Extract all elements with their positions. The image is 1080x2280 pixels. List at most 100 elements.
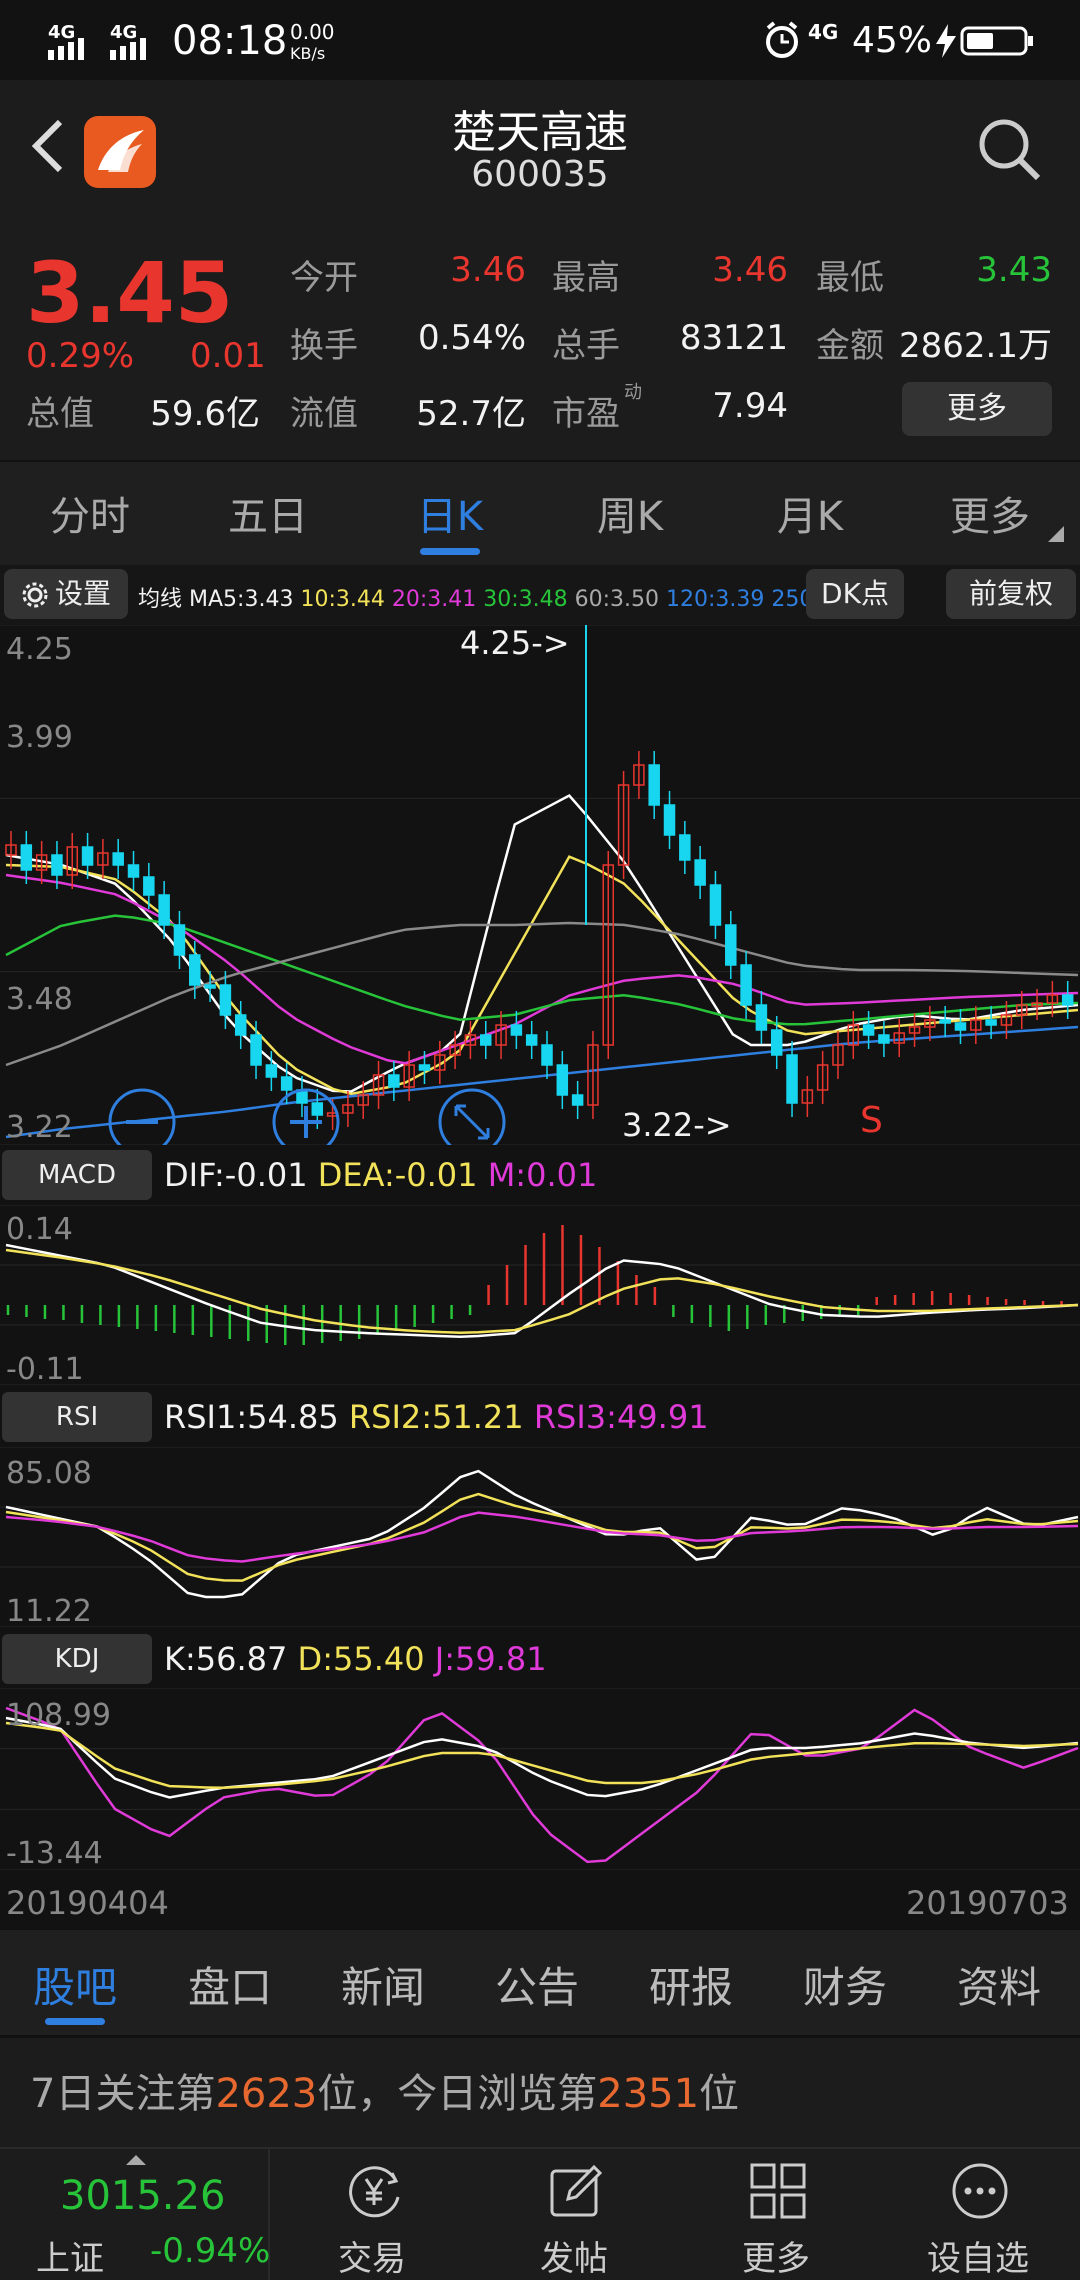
pe-dynamic-mark: 动	[624, 382, 642, 403]
kdj-y-bottom: -13.44	[6, 1836, 103, 1871]
tab-monthly-k[interactable]: 月K	[740, 484, 880, 542]
settings-label: 设置	[54, 577, 111, 610]
content-tabs: 股吧 盘口 新闻 公告 研报 财务 资料	[0, 1930, 1080, 2035]
candle-body	[541, 1044, 553, 1066]
candle-body	[878, 1034, 890, 1044]
kline-y-top: 4.25	[6, 632, 73, 667]
candle-body	[679, 834, 691, 861]
index-ticker[interactable]: 3015.26 上证 -0.94%	[0, 2149, 270, 2280]
change-percent: 0.29%	[26, 336, 135, 376]
ma5-value: MA5:3.43	[189, 587, 294, 612]
macd-y-top: 0.14	[6, 1212, 73, 1247]
float-cap-value: 52.7亿	[416, 394, 526, 434]
candle-body	[985, 1019, 997, 1026]
tab-finance[interactable]: 财务	[770, 1954, 920, 2015]
tab-stock-forum[interactable]: 股吧	[0, 1954, 150, 2015]
kline-y-bottom: 3.22	[6, 1110, 73, 1145]
volume-value: 83121	[679, 318, 788, 358]
rsi3-value: RSI3:49.91	[533, 1398, 709, 1436]
ma20-value: 20:3.41	[391, 587, 477, 612]
candle-body	[663, 804, 676, 836]
candle-body	[143, 876, 155, 896]
low-annotation: 3.22->	[622, 1106, 732, 1144]
pe-value: 7.94	[712, 386, 788, 426]
add-watchlist-button[interactable]: 设自选	[888, 2149, 1068, 2280]
kdj-chart	[0, 1688, 1080, 1870]
more-button[interactable]: 更多	[686, 2149, 866, 2280]
tab-five-day[interactable]: 五日	[198, 484, 338, 542]
candle-body	[158, 894, 170, 926]
tab-news[interactable]: 新闻	[308, 1954, 458, 2015]
candle-body	[250, 1034, 262, 1066]
sell-signal: S	[860, 1100, 883, 1141]
tab-order-book[interactable]: 盘口	[155, 1954, 305, 2015]
rsi-selector[interactable]: RSI	[2, 1392, 152, 1442]
index-value: 3015.26	[60, 2173, 226, 2219]
tab-daily-k[interactable]: 日K	[380, 484, 520, 542]
net-speed-unit: KB/s	[290, 44, 326, 63]
ma60-line	[5, 921, 1079, 1067]
post-button[interactable]: 发帖	[484, 2149, 664, 2280]
candle-body	[20, 844, 33, 871]
fullscreen-button[interactable]	[438, 1088, 506, 1145]
attention-rank: 7日关注第2623位，今日浏览第2351位	[0, 2035, 1080, 2147]
rsi1-value: RSI1:54.85	[164, 1398, 339, 1436]
candle-body	[525, 1034, 538, 1046]
adjust-mode-button[interactable]: 前复权	[946, 569, 1076, 619]
rank-view-number: 2351	[597, 2071, 700, 2117]
change-amount: 0.01	[190, 336, 266, 376]
tab-intraday[interactable]: 分时	[20, 484, 160, 542]
search-icon[interactable]	[976, 116, 1042, 182]
candle-body	[127, 864, 140, 878]
period-tabs: 分时 五日 日K 周K 月K 更多	[0, 460, 1080, 565]
candle-body	[694, 859, 706, 886]
more-label: 更多	[742, 2239, 810, 2279]
candle-body	[862, 1024, 875, 1036]
tab-more[interactable]: 更多	[920, 484, 1060, 542]
bottom-toolbar: 3015.26 上证 -0.94% 交易 发帖 更多 设自选	[0, 2147, 1080, 2280]
rank-follow-number: 2623	[215, 2071, 318, 2117]
logo-wing-icon	[98, 130, 144, 172]
candle-body	[939, 1019, 951, 1024]
quote-panel: 3.45 0.29% 0.01 今开 3.46 最高 3.46 最低 3.43 …	[0, 210, 1080, 460]
macd-chart	[0, 1205, 1080, 1385]
candle-body	[51, 854, 63, 876]
kline-candles	[5, 625, 1074, 1130]
ma-label: 均线	[138, 587, 183, 612]
settings-button[interactable]: 设置	[4, 569, 128, 619]
tab-profile[interactable]: 资料	[924, 1954, 1074, 2015]
open-value: 3.46	[450, 250, 526, 290]
candle-body	[740, 964, 752, 1006]
tab-research[interactable]: 研报	[616, 1954, 766, 2015]
candle-body	[648, 764, 660, 806]
trade-label: 交易	[338, 2239, 406, 2279]
rsi3-line	[5, 1511, 1079, 1563]
tab-weekly-k[interactable]: 周K	[560, 484, 700, 542]
tab-announcements[interactable]: 公告	[462, 1954, 612, 2015]
kline-chart[interactable]	[0, 625, 1080, 1145]
high-annotation: 4.25->	[460, 624, 570, 662]
macd-selector[interactable]: MACD	[2, 1150, 152, 1200]
alarm-icon	[766, 21, 798, 58]
index-change: -0.94%	[150, 2231, 271, 2271]
more-quote-button[interactable]: 更多	[902, 382, 1052, 436]
expand-up-icon	[126, 2155, 146, 2165]
app-logo	[84, 116, 156, 188]
kdj-k: K:56.87	[164, 1640, 288, 1678]
trade-button[interactable]: 交易	[282, 2149, 462, 2280]
ma60-value: 60:3.50	[574, 587, 660, 612]
amount-value: 2862.1万	[899, 326, 1052, 366]
float-cap-label: 流值	[290, 394, 358, 434]
dk-point-button[interactable]: DK点	[806, 569, 904, 619]
kline-moving-averages	[5, 793, 1079, 1139]
back-icon[interactable]	[28, 118, 68, 174]
turnover-label: 换手	[290, 326, 358, 366]
rank-text-1: 7日关注第	[30, 2071, 216, 2117]
candle-body	[556, 1064, 569, 1096]
date-start: 20190404	[6, 1884, 169, 1922]
add-watchlist-label: 设自选	[927, 2239, 1029, 2279]
signal-icon-2	[110, 38, 146, 60]
kdj-j: J:59.81	[434, 1640, 547, 1678]
kdj-selector[interactable]: KDJ	[2, 1634, 152, 1684]
ma120-line	[5, 1025, 1079, 1139]
